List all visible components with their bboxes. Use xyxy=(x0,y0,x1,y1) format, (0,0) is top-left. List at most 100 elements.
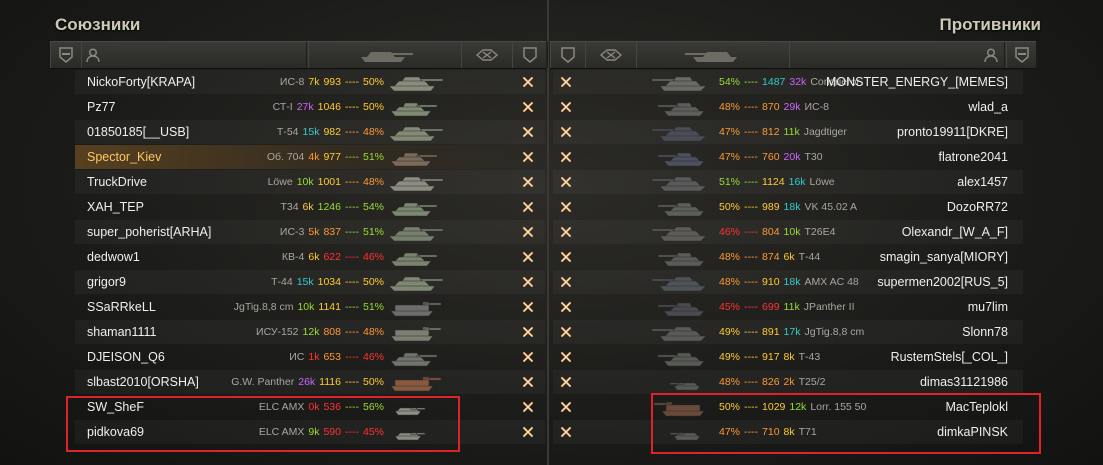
enemy-player-row: 48% ---- 910 18k AMX AC 48 supermen2002[RUS_5… xyxy=(549,270,1103,294)
vehicle-silhouette-icon xyxy=(646,98,710,118)
enemy-player-row: 49% ---- 891 17k JgTig.8,8 cm Slonn78 xyxy=(549,320,1103,344)
stat-separator: ---- xyxy=(344,251,359,263)
vehicle-name: JgTig.8,8 cm xyxy=(804,326,865,338)
player-stats: 48% ---- 870 29k ИС-8 xyxy=(719,95,829,119)
stat-winrate: 47% xyxy=(719,126,741,138)
ally-player-row: dedwow1 КВ-4 6k 622 ---- 46% xyxy=(0,245,548,269)
stat-rating: 1124 xyxy=(762,176,785,188)
ally-player-row: Pz77 СТ-I 27k 1046 ---- 50% xyxy=(0,95,548,119)
vehicle-name: VK 45.02 A xyxy=(804,201,858,213)
vehicle-name: Т-54 xyxy=(276,126,299,138)
player-stats: 49% ---- 917 8k Т-43 xyxy=(719,345,820,369)
death-cross-icon xyxy=(521,275,535,289)
stat-separator: ---- xyxy=(744,301,759,313)
player-name: pronto19911[DKRE] xyxy=(897,125,1008,139)
vehicle-name: T26E4 xyxy=(804,226,836,238)
player-stats: ИС-3 5k 837 ---- 51% xyxy=(280,220,384,244)
stat-rating: 808 xyxy=(323,326,341,338)
vehicle-silhouette-icon xyxy=(646,348,710,368)
stat-winrate: 46% xyxy=(362,251,384,263)
vehicle-name: ИС-8 xyxy=(279,76,305,88)
player-name: DJEISON_Q6 xyxy=(87,350,165,364)
death-cross-icon xyxy=(521,250,535,264)
stat-battles: 7k xyxy=(308,76,320,88)
stat-winrate: 50% xyxy=(362,101,384,113)
battle-loading-screen: Союзники NickoForty[KRAPA] ИС-8 7k 993 ---- 5… xyxy=(0,0,1103,465)
stat-separator: ---- xyxy=(744,326,759,338)
stat-winrate: 49% xyxy=(719,351,741,363)
vehicle-silhouette-icon xyxy=(646,148,710,168)
ally-player-row: slbast2010[ORSHA] G.W. Panther 26k 1116 ----… xyxy=(0,370,548,394)
death-cross-icon xyxy=(521,350,535,364)
player-name: smagin_sanya[MIORY] xyxy=(879,250,1008,264)
stat-winrate: 46% xyxy=(719,226,741,238)
vehicle-icon xyxy=(308,42,462,68)
vehicle-silhouette-icon xyxy=(646,73,710,93)
vehicle-silhouette-icon xyxy=(385,73,449,93)
stat-battles: 6k xyxy=(302,201,314,213)
player-name: alex1457 xyxy=(957,175,1008,189)
player-stats: Т-54 15k 982 ---- 48% xyxy=(277,120,384,144)
death-cross-icon xyxy=(521,175,535,189)
stat-battles: 2k xyxy=(783,376,795,388)
stat-rating: 874 xyxy=(762,251,780,263)
stat-winrate: 48% xyxy=(719,101,741,113)
ally-player-row: shaman1111 ИСУ-152 12k 808 ---- 48% xyxy=(0,320,548,344)
stat-battles: 26k xyxy=(298,376,316,388)
stat-rating: 910 xyxy=(762,276,780,288)
vehicle-silhouette-icon xyxy=(646,373,710,393)
stat-battles: 10k xyxy=(783,226,801,238)
shield-icon xyxy=(550,42,586,68)
enemy-player-row: 47% ---- 760 20k T30 flatrone2041 xyxy=(549,145,1103,169)
vehicle-name: JgTig.8,8 cm xyxy=(233,301,294,313)
stat-rating: 804 xyxy=(762,226,780,238)
stat-separator: ---- xyxy=(744,351,759,363)
death-cross-icon xyxy=(521,325,535,339)
stat-separator: ---- xyxy=(744,101,759,113)
ally-player-row: XAH_TEP T34 6k 1246 ---- 54% xyxy=(0,195,548,219)
stat-rating: 993 xyxy=(323,76,341,88)
player-name: SSaRRkeLL xyxy=(87,300,156,314)
death-cross-icon xyxy=(521,425,535,439)
stat-battles: 16k xyxy=(788,176,806,188)
death-cross-icon xyxy=(559,225,573,239)
stat-rating: 760 xyxy=(762,151,780,163)
vehicle-name: AMX AC 48 xyxy=(804,276,859,288)
stat-battles: 15k xyxy=(302,126,320,138)
vehicle-silhouette-icon xyxy=(385,348,449,368)
vehicle-name: Об. 704 xyxy=(266,151,305,163)
vehicle-silhouette-icon xyxy=(646,223,710,243)
enemy-player-row: 45% ---- 699 11k JPanther II mu7lim xyxy=(549,295,1103,319)
stat-rating: 1116 xyxy=(319,376,341,388)
player-stats: 48% ---- 826 2k T25/2 xyxy=(719,370,826,394)
vehicle-silhouette-icon xyxy=(646,173,710,193)
ally-player-row: grigor9 Т-44 15k 1034 ---- 50% xyxy=(0,270,548,294)
death-cross-icon xyxy=(559,275,573,289)
player-stats: Löwe 10k 1001 ---- 48% xyxy=(268,170,384,194)
player-name: flatrone2041 xyxy=(938,150,1008,164)
stat-battles: 12k xyxy=(302,326,320,338)
stat-winrate: 48% xyxy=(362,176,384,188)
vehicle-silhouette-icon xyxy=(646,298,710,318)
player-name: TruckDrive xyxy=(87,175,147,189)
player-stats: G.W. Panther 26k 1116 ---- 50% xyxy=(231,370,384,394)
ally-player-row: super_poherist[ARHA] ИС-3 5k 837 ---- 51% xyxy=(0,220,548,244)
vehicle-silhouette-icon xyxy=(646,123,710,143)
stat-separator: ---- xyxy=(344,226,359,238)
stat-separator: ---- xyxy=(744,276,759,288)
stat-rating: 826 xyxy=(762,376,780,388)
stat-separator: ---- xyxy=(344,201,359,213)
shield-icon xyxy=(1006,42,1038,68)
vehicle-silhouette-icon xyxy=(385,323,449,343)
allies-header xyxy=(50,41,548,69)
death-cross-icon xyxy=(559,75,573,89)
player-name: Slonn78 xyxy=(962,325,1008,339)
vehicle-name: ИС-8 xyxy=(804,101,829,113)
stat-winrate: 50% xyxy=(362,376,384,388)
stat-winrate: 51% xyxy=(362,301,384,313)
stat-winrate: 48% xyxy=(362,326,384,338)
player-stats: Т-44 15k 1034 ---- 50% xyxy=(271,270,384,294)
enemy-player-row: 48% ---- 870 29k ИС-8 wlad_a xyxy=(549,95,1103,119)
player-stats: 45% ---- 699 11k JPanther II xyxy=(719,295,854,319)
vehicle-name: T30 xyxy=(804,151,823,163)
